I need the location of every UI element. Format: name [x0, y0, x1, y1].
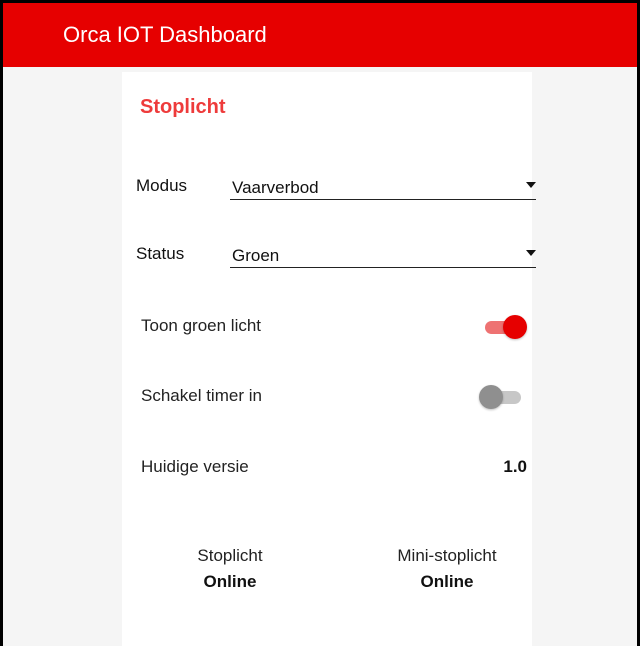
- toon-groen-licht-toggle[interactable]: [479, 314, 527, 340]
- device-mini-stoplicht: Mini-stoplicht Online: [372, 546, 522, 592]
- device-name: Stoplicht: [197, 546, 263, 565]
- status-select[interactable]: Groen: [230, 236, 536, 268]
- status-value: Groen: [232, 246, 280, 265]
- app-title: Orca IOT Dashboard: [63, 22, 267, 47]
- toggle-knob: [479, 385, 503, 409]
- device-stoplicht: Stoplicht Online: [155, 546, 305, 592]
- status-label: Status: [136, 244, 185, 263]
- caret-down-icon: [526, 250, 536, 256]
- version-value: 1.0: [503, 457, 527, 476]
- device-name: Mini-stoplicht: [397, 546, 497, 565]
- modus-row: Modus Vaarverbod: [136, 168, 541, 208]
- toon-groen-licht-label: Toon groen licht: [141, 316, 262, 335]
- schakel-timer-toggle[interactable]: [479, 384, 527, 410]
- toggle-knob: [503, 315, 527, 339]
- version-label: Huidige versie: [141, 457, 249, 476]
- caret-down-icon: [526, 182, 536, 188]
- app-bar: Orca IOT Dashboard: [3, 3, 637, 67]
- app-frame: Orca IOT Dashboard Stoplicht Modus Vaarv…: [0, 0, 640, 646]
- modus-value: Vaarverbod: [232, 178, 319, 197]
- stoplicht-card: Stoplicht Modus Vaarverbod Status Groen …: [122, 72, 536, 646]
- status-row: Status Groen: [136, 236, 541, 276]
- modus-label: Modus: [136, 176, 188, 195]
- device-status: Online: [420, 572, 474, 591]
- toon-groen-licht-row: Toon groen licht: [141, 308, 531, 344]
- version-row: Huidige versie 1.0: [141, 449, 531, 485]
- device-status: Online: [203, 572, 257, 591]
- schakel-timer-row: Schakel timer in: [141, 378, 531, 414]
- card-title: Stoplicht: [140, 96, 226, 118]
- modus-select[interactable]: Vaarverbod: [230, 168, 536, 200]
- schakel-timer-label: Schakel timer in: [141, 386, 262, 405]
